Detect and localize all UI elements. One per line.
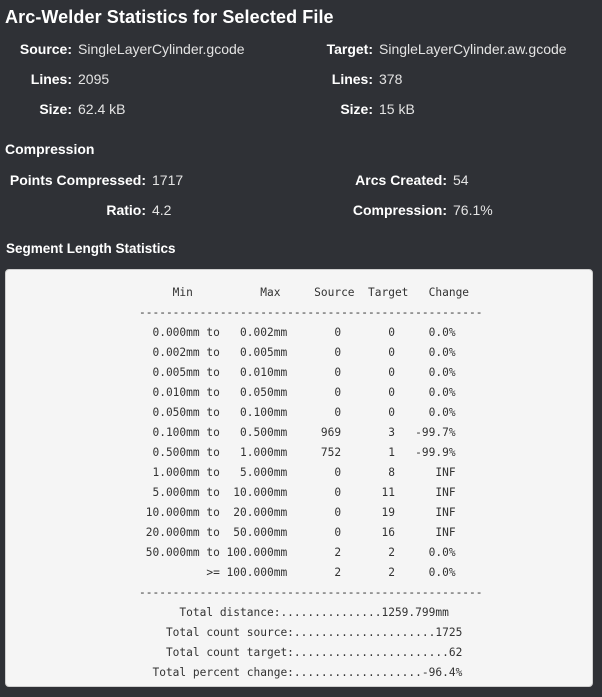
source-lines-label: Lines: [30, 71, 72, 87]
arcs-created-value: 54 [453, 172, 469, 188]
segment-stats-heading: Segment Length Statistics [6, 241, 176, 256]
arcs-created-label: Arcs Created: [355, 172, 447, 188]
compression-percent-value: 76.1% [453, 202, 493, 218]
target-filename: SingleLayerCylinder.aw.gcode [379, 41, 567, 57]
ratio-label: Ratio: [106, 202, 146, 218]
ratio-value: 4.2 [152, 202, 172, 218]
compression-percent-label: Compression: [352, 202, 447, 218]
source-size-value: 62.4 kB [78, 101, 126, 117]
target-size-value: 15 kB [379, 101, 415, 117]
target-label: Target: [326, 41, 373, 57]
source-size-label: Size: [39, 101, 72, 117]
points-compressed-label: Points Compressed: [9, 172, 146, 188]
target-size-label: Size: [340, 101, 373, 117]
points-compressed-value: 1717 [152, 172, 184, 188]
target-lines-label: Lines: [331, 71, 373, 87]
source-lines-value: 2095 [78, 71, 110, 87]
page-title: Arc-Welder Statistics for Selected File [5, 7, 334, 27]
segment-stats-table: Min Max Source Target Change -----------… [139, 286, 483, 679]
source-label: Source: [19, 41, 72, 57]
target-lines-value: 378 [379, 71, 403, 87]
segment-stats-panel: Min Max Source Target Change -----------… [5, 269, 593, 687]
source-filename: SingleLayerCylinder.gcode [78, 41, 245, 57]
compression-heading: Compression [5, 141, 95, 157]
